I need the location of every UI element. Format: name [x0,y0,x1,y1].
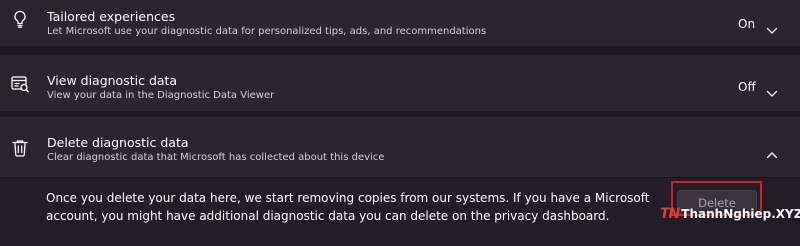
watermark-logo: TN [660,206,680,222]
setting-title: Delete diagnostic data [47,135,189,150]
watermark: TN ThanhNghiep.XYZ [660,205,800,223]
diagnostic-viewer-icon [10,74,30,94]
setting-row-delete-diagnostic-data[interactable]: Delete diagnostic data Clear diagnostic … [0,117,800,177]
setting-value: Off [738,80,756,94]
delete-explanation-text: Once you delete your data here, we start… [46,191,650,223]
chevron-down-icon[interactable] [766,83,778,97]
setting-description: Let Microsoft use your diagnostic data f… [47,26,487,37]
lightbulb-icon [10,9,30,29]
setting-value: On [738,17,756,31]
watermark-text: ThanhNghiep.XYZ [681,207,800,221]
chevron-down-icon[interactable] [766,20,778,34]
trash-icon [10,138,30,158]
setting-row-view-diagnostic-data[interactable]: View diagnostic data View your data in t… [0,55,800,111]
chevron-up-icon[interactable] [766,144,778,159]
setting-description: Clear diagnostic data that Microsoft has… [47,152,385,163]
setting-description: View your data in the Diagnostic Data Vi… [47,90,275,101]
setting-title: View diagnostic data [47,73,178,88]
privacy-settings-page: Tailored experiences Let Microsoft use y… [0,0,800,246]
setting-row-tailored-experiences[interactable]: Tailored experiences Let Microsoft use y… [0,0,800,46]
setting-title: Tailored experiences [47,9,176,24]
